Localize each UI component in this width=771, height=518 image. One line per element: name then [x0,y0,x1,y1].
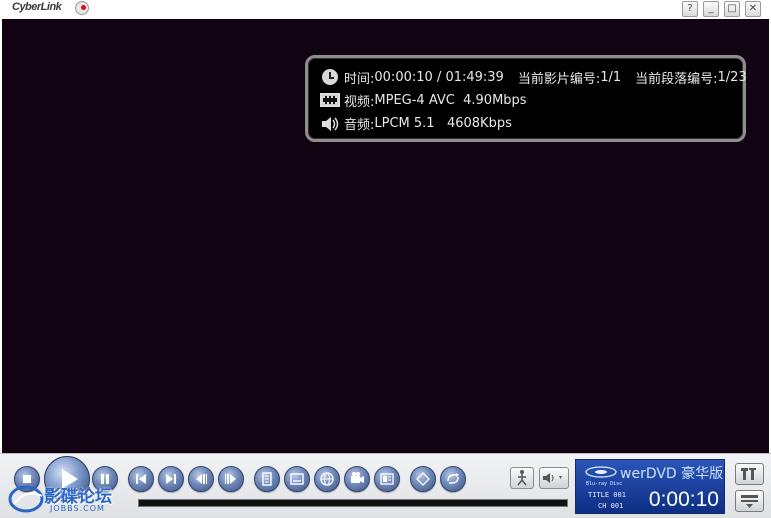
subtitle-icon [290,473,304,485]
bluray-logo [585,466,617,478]
time-label: 时间: [344,71,375,87]
volume-button[interactable] [539,467,569,489]
language-icon [320,472,334,486]
time-current: 00:00:10 [374,69,433,85]
time-total: 01:49:39 [445,69,504,85]
expand-icon [741,495,758,508]
next-icon [166,474,176,484]
bluray-text: Blu-ray Disc [586,481,623,487]
title-value: 1/1 [600,69,622,85]
volume-icon [543,473,562,483]
settings-button[interactable] [735,463,764,485]
subtitle-button[interactable] [284,466,310,492]
step-back-icon [196,474,207,484]
title-label: 当前影片编号: [517,71,601,87]
previous-icon [136,474,146,484]
maximize-button[interactable]: □ [724,1,740,17]
menu-button[interactable] [254,466,280,492]
time-separator: / [432,69,446,85]
close-button[interactable]: ✕ [745,1,761,17]
title-counter: TITLE 001 [588,491,626,499]
chapter-label: 当前段落编号: [635,71,718,87]
video-value: MPEG-4 AVC 4.90Mbps [374,92,527,108]
tools-icon [741,468,756,480]
chapter-button[interactable] [374,466,400,492]
product-name: werDVD 豪华版 [620,466,724,482]
language-button[interactable] [314,466,340,492]
clock-icon [320,68,340,86]
menu-icon [262,472,272,486]
step-forward-button[interactable] [218,466,244,492]
next-button[interactable] [158,466,184,492]
cyberlink-logo: CyberLink [12,1,62,13]
minimize-button[interactable]: _ [703,1,719,17]
previous-button[interactable] [128,466,154,492]
watermark-subtext: JOBBS.COM [50,504,105,513]
camera-angle-icon [351,472,364,483]
status-panel: Blu-ray Disc werDVD 豪华版 TITLE 001 CH 001… [575,459,725,514]
film-icon [320,91,340,109]
video-row: 视频: MPEG-4 AVC 4.90Mbps [320,90,527,110]
zoom-icon [416,472,430,486]
audio-value: LPCM 5.1 4608Kbps [374,115,512,131]
camera-angle-button[interactable] [344,466,370,492]
chapter-value: 1/23 [717,69,747,85]
record-icon[interactable] [75,1,89,15]
time-row: 时间: 00:00:10 / 01:49:39 当前影片编号: 1/1 当前段落… [320,67,747,87]
title-bar: CyberLink ? _ □ ✕ [0,0,771,19]
step-back-button[interactable] [188,466,214,492]
help-button[interactable]: ? [682,1,698,17]
say-it-again-button[interactable] [510,467,534,489]
chapter-counter: CH 001 [598,502,624,510]
info-overlay: 时间: 00:00:10 / 01:49:39 当前影片编号: 1/1 当前段落… [305,55,747,142]
time-display: 0:00:10 [648,488,719,511]
say-it-again-icon [517,470,527,486]
speaker-icon [320,115,340,133]
video-label: 视频: [344,94,375,110]
step-forward-icon [225,474,236,484]
chapter-icon [380,473,394,485]
repeat-icon [447,473,459,484]
audio-row: 音频: LPCM 5.1 4608Kbps [320,113,512,133]
progress-bar[interactable] [138,499,568,507]
audio-label: 音频: [344,117,375,133]
repeat-button[interactable] [440,466,466,492]
expand-button[interactable] [735,490,764,512]
zoom-button[interactable] [410,466,436,492]
